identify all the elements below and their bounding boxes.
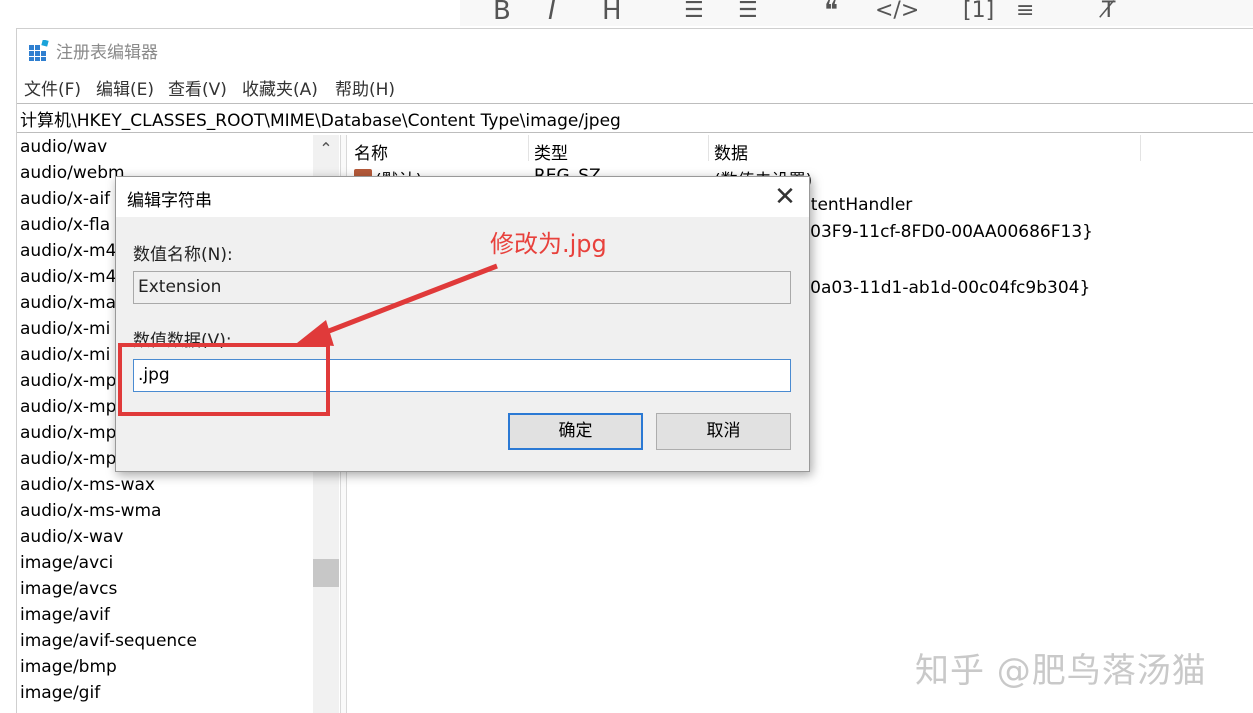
tree-item[interactable]: image/avci: [20, 553, 113, 573]
menu-favorites[interactable]: 收藏夹(A): [242, 75, 318, 100]
list-row-data: ntentHandler: [800, 195, 913, 215]
list-row-data: -0a03-11d1-ab1d-00c04fc9b304}: [804, 278, 1091, 298]
address-path[interactable]: 计算机\HKEY_CLASSES_ROOT\MIME\Database\Cont…: [20, 106, 621, 131]
tree-item[interactable]: audio/x-ms-wax: [20, 475, 155, 495]
tree-item[interactable]: image/avcs: [20, 579, 117, 599]
scroll-up-icon[interactable]: ⌃: [313, 135, 339, 161]
unordered-list-icon[interactable]: ☰: [738, 0, 758, 26]
tree-item[interactable]: audio/wav: [20, 137, 107, 157]
tree-item[interactable]: audio/x-mp: [20, 371, 116, 391]
close-icon[interactable]: ✕: [767, 179, 803, 215]
tree-item[interactable]: audio/x-m4: [20, 241, 116, 261]
tree-item[interactable]: image/avif: [20, 605, 110, 625]
address-bar[interactable]: 计算机\HKEY_CLASSES_ROOT\MIME\Database\Cont…: [17, 103, 1253, 133]
tree-item[interactable]: audio/x-mi: [20, 345, 110, 365]
window-title: 注册表编辑器: [56, 43, 158, 63]
dialog-title: 编辑字符串: [127, 191, 212, 211]
menu-file[interactable]: 文件(F): [24, 75, 81, 100]
tree-item[interactable]: audio/x-fla: [20, 215, 110, 235]
scroll-thumb[interactable]: [313, 559, 339, 587]
column-header-type[interactable]: 类型: [534, 139, 568, 164]
column-separator[interactable]: [1140, 135, 1141, 161]
tree-item[interactable]: audio/x-mp: [20, 397, 116, 417]
heading-icon[interactable]: H: [602, 0, 622, 26]
menu-edit[interactable]: 编辑(E): [96, 75, 154, 100]
bold-icon[interactable]: B: [493, 0, 511, 26]
cancel-button[interactable]: 取消: [656, 413, 791, 450]
tree-item[interactable]: image/avif-sequence: [20, 631, 197, 651]
italic-icon[interactable]: I: [548, 0, 556, 26]
tree-item[interactable]: audio/webm: [20, 163, 125, 183]
tree-item[interactable]: audio/x-aif: [20, 189, 110, 209]
value-name-label: 数值名称(N):: [133, 245, 233, 265]
tree-item[interactable]: audio/x-m4: [20, 267, 116, 287]
column-header-data[interactable]: 数据: [714, 139, 748, 164]
column-separator[interactable]: [708, 135, 709, 161]
edit-string-dialog: 编辑字符串 ✕ 数值名称(N): Extension 数值数据(V): .jpg…: [115, 176, 810, 472]
dialog-title-bar: 编辑字符串 ✕: [116, 177, 809, 217]
code-icon[interactable]: </>: [875, 0, 919, 26]
tree-item[interactable]: audio/x-mi: [20, 319, 110, 339]
tree-item[interactable]: audio/x-ma: [20, 293, 116, 313]
annotation-highlight-box: [118, 343, 330, 416]
tree-item[interactable]: audio/x-mp: [20, 423, 116, 443]
quote-icon[interactable]: ❝: [824, 0, 838, 26]
menu-view[interactable]: 查看(V): [168, 75, 227, 100]
background-editor-toolbar: B I H ☰ ☰ ❝ </> [1] ≡ T̸: [460, 0, 1253, 26]
tree-item[interactable]: audio/x-wav: [20, 527, 123, 547]
ok-button[interactable]: 确定: [508, 413, 643, 450]
formula-icon[interactable]: [1]: [963, 0, 994, 26]
value-name-field: Extension: [133, 271, 791, 304]
ordered-list-icon[interactable]: ☰: [684, 0, 704, 26]
registry-icon: [29, 40, 49, 61]
menu-help[interactable]: 帮助(H): [335, 75, 395, 100]
list-row-data: -03F9-11cf-8FD0-00AA00686F13}: [804, 222, 1093, 242]
watermark: 知乎 @肥鸟落汤猫: [915, 651, 1207, 691]
tree-item[interactable]: audio/x-mp: [20, 449, 116, 469]
annotation-text: 修改为.jpg: [490, 230, 607, 258]
column-header-name[interactable]: 名称: [354, 139, 388, 164]
divider-icon[interactable]: ≡: [1016, 0, 1034, 26]
tree-item[interactable]: image/gif: [20, 683, 100, 703]
tree-item[interactable]: audio/x-ms-wma: [20, 501, 161, 521]
column-separator[interactable]: [528, 135, 529, 161]
clear-format-icon[interactable]: T̸: [1102, 0, 1115, 26]
tree-item[interactable]: image/bmp: [20, 657, 117, 677]
title-bar: 注册表编辑器: [17, 29, 1253, 71]
